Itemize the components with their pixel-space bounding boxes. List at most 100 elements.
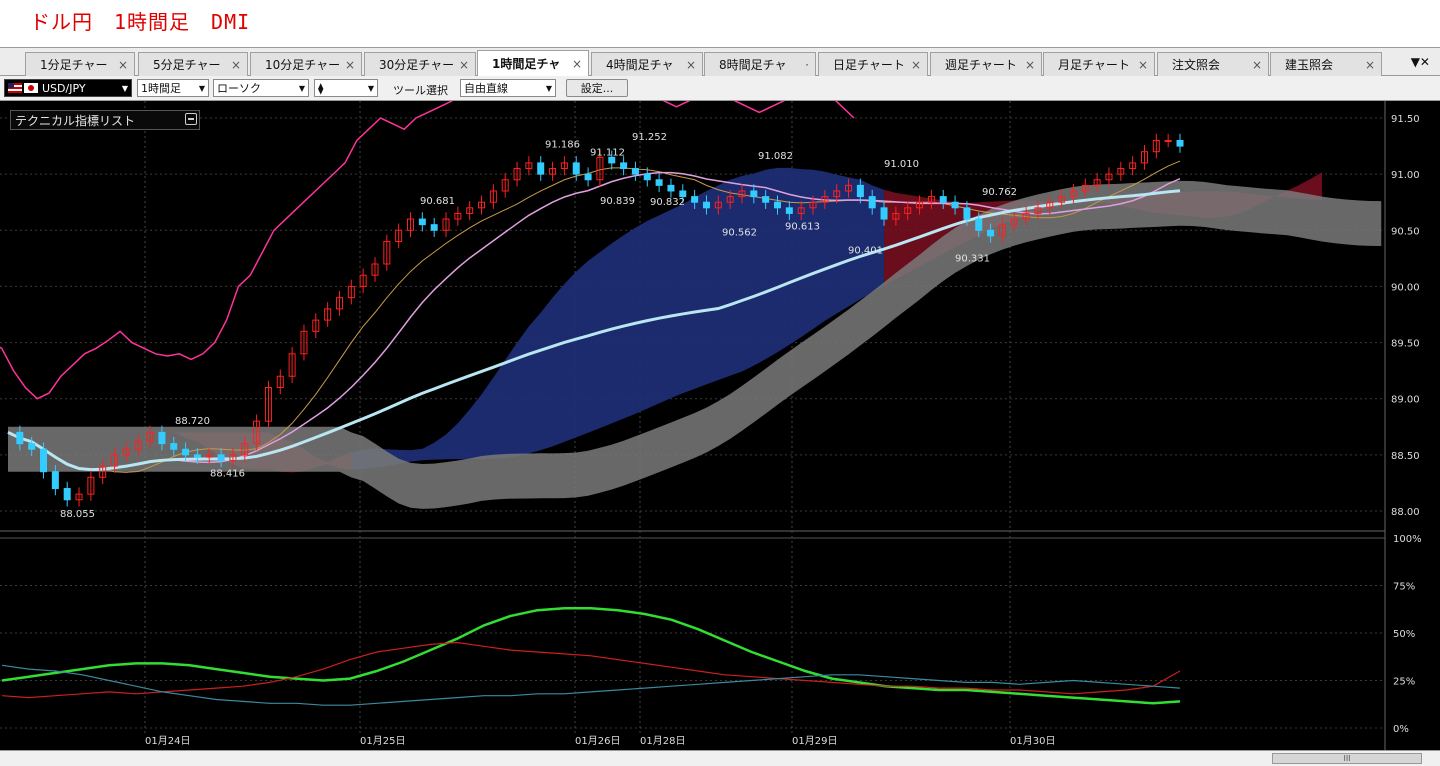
- tab-11[interactable]: 注文照会 ×: [1157, 52, 1269, 76]
- x-tick-label: 01月26日: [575, 735, 620, 747]
- minimize-icon[interactable]: [185, 113, 197, 125]
- price-annotation: 91.186: [545, 139, 580, 150]
- y-tick-label: 90.50: [1391, 226, 1420, 237]
- us-flag-icon: [8, 83, 22, 93]
- chevron-down-icon: ▼: [121, 83, 128, 93]
- tab-label: 4時間足チャ: [606, 58, 674, 72]
- tab-label: 5分足チャー: [153, 58, 221, 72]
- candle-body: [170, 443, 178, 450]
- tab-label: 8時間足チャ: [719, 58, 787, 72]
- dmi-y-tick-label: 25%: [1393, 677, 1415, 688]
- tab-label: 週足チャート: [945, 58, 1017, 72]
- close-icon[interactable]: ×: [118, 58, 128, 72]
- candle-body: [939, 196, 947, 203]
- candle-body: [750, 190, 758, 198]
- tab-2[interactable]: 5分足チャー ×: [138, 52, 248, 76]
- price-annotation: 90.832: [650, 197, 685, 208]
- tab-label: 1時間足チャ: [492, 57, 561, 71]
- chevron-down-icon: ▼: [367, 83, 374, 93]
- drawing-tool-select[interactable]: 自由直線 ▼: [460, 79, 556, 97]
- tab-1[interactable]: 1分足チャー ×: [25, 52, 135, 76]
- x-tick-label: 01月30日: [1010, 735, 1055, 747]
- chart-window: 1分足チャー × 5分足チャー × 10分足チャー × 30分足チャー × 1時間足チャ × 4時間…: [0, 47, 1440, 766]
- candle-body: [537, 162, 545, 175]
- price-annotation: 90.681: [420, 196, 455, 207]
- tab-7[interactable]: 8時間足チャ ·: [704, 52, 816, 76]
- price-annotation: 88.416: [210, 468, 245, 479]
- chevron-down-icon: ▼: [545, 83, 552, 93]
- currency-pair-value: USD/JPY: [42, 81, 86, 95]
- chart-type-select[interactable]: ローソク ▼: [213, 79, 309, 97]
- technical-indicator-list[interactable]: テクニカル指標リスト: [10, 110, 200, 130]
- price-annotation: 90.839: [600, 196, 635, 207]
- timeframe-select[interactable]: 1時間足 ▼: [137, 79, 209, 97]
- candle-body: [217, 454, 225, 461]
- y-tick-label: 89.00: [1391, 395, 1420, 406]
- drawing-tool-value: 自由直線: [464, 82, 508, 95]
- price-annotation: 90.401: [848, 245, 883, 256]
- tab-3[interactable]: 10分足チャー ×: [250, 52, 362, 76]
- tab-6[interactable]: 4時間足チャ ×: [591, 52, 703, 76]
- tab-label: 30分足チャー: [379, 58, 455, 72]
- tool-select-label: ツール選択: [393, 84, 448, 97]
- y-tick-label: 90.00: [1391, 282, 1420, 293]
- tab-4[interactable]: 30分足チャー ×: [364, 52, 476, 76]
- currency-pair-select[interactable]: USD/JPY ▼: [4, 79, 132, 97]
- line-style-select[interactable]: ⧫ ▼: [314, 79, 378, 97]
- close-icon[interactable]: ×: [459, 58, 469, 72]
- tab-label: 建玉照会: [1285, 58, 1334, 72]
- price-annotation: 91.010: [884, 159, 919, 170]
- tab-8[interactable]: 日足チャート ×: [818, 52, 928, 76]
- close-icon[interactable]: ·: [805, 58, 809, 72]
- candle-body: [51, 471, 59, 490]
- tab-label: 10分足チャー: [265, 58, 341, 72]
- chart-canvas[interactable]: 88.055 88.720 88.416 90.681 91.186 91.112 91.2…: [0, 55, 1440, 751]
- tab-12[interactable]: 建玉照会 ×: [1270, 52, 1382, 76]
- chevron-down-icon: ▼: [298, 83, 305, 93]
- jp-flag-icon: [24, 83, 38, 93]
- price-annotation: 91.082: [758, 151, 793, 162]
- close-icon[interactable]: ×: [572, 57, 582, 71]
- close-icon[interactable]: ×: [1252, 58, 1262, 72]
- price-annotation: 88.720: [175, 416, 210, 427]
- horizontal-scrollbar[interactable]: III: [0, 750, 1440, 766]
- close-icon[interactable]: ×: [1365, 58, 1375, 72]
- close-icon[interactable]: ×: [686, 58, 696, 72]
- candle-body: [158, 431, 166, 445]
- tab-label: 日足チャート: [833, 58, 905, 72]
- candle-body: [193, 454, 201, 458]
- candle-body: [667, 184, 675, 192]
- close-icon[interactable]: ×: [1138, 58, 1148, 72]
- tab-9[interactable]: 週足チャート ×: [930, 52, 1042, 76]
- y-tick-label: 91.50: [1391, 114, 1420, 125]
- settings-button[interactable]: 設定...: [566, 79, 628, 97]
- candle-body: [572, 162, 580, 175]
- candle-body: [182, 448, 190, 456]
- page-title: ドル円 1時間足 DMI: [30, 10, 251, 34]
- x-tick-label: 01月29日: [792, 735, 837, 747]
- close-icon[interactable]: ×: [1025, 58, 1035, 72]
- close-icon[interactable]: ×: [911, 58, 921, 72]
- close-icon[interactable]: ×: [345, 58, 355, 72]
- candle-body: [63, 488, 71, 501]
- candle-body: [785, 207, 793, 214]
- tab-label: 注文照会: [1172, 58, 1221, 72]
- candle-body: [702, 201, 710, 209]
- y-tick-label: 88.00: [1391, 507, 1420, 518]
- tab-10[interactable]: 月足チャート ×: [1043, 52, 1155, 76]
- tab-label: 1分足チャー: [40, 58, 108, 72]
- price-annotation: 90.762: [982, 187, 1017, 198]
- price-annotation: 88.055: [60, 509, 95, 520]
- close-icon[interactable]: ×: [231, 58, 241, 72]
- tab-menu-button[interactable]: ▼✕: [1411, 55, 1430, 69]
- candle-body: [1176, 139, 1184, 147]
- candle-body: [40, 448, 48, 473]
- chart-area[interactable]: 88.055 88.720 88.416 90.681 91.186 91.112 91.2…: [0, 55, 1440, 751]
- tab-5[interactable]: 1時間足チャ ×: [477, 50, 589, 76]
- candle-body: [880, 207, 888, 220]
- candle-body: [418, 218, 426, 226]
- x-tick-label: 01月28日: [640, 735, 685, 747]
- scrollbar-thumb[interactable]: III: [1272, 753, 1422, 764]
- candle-body: [430, 224, 438, 231]
- dmi-y-tick-label: 50%: [1393, 629, 1415, 640]
